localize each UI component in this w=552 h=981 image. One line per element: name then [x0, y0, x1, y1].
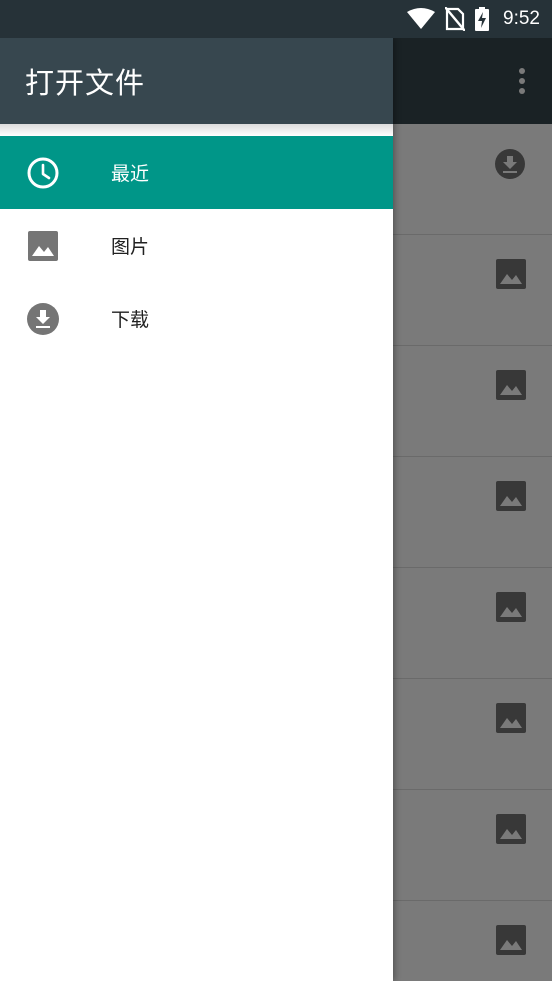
navigation-drawer: 打开文件 最近 图片 下载	[0, 38, 393, 981]
status-time: 9:52	[503, 8, 540, 29]
drawer-item-label: 最近	[111, 163, 150, 185]
drawer-root-list: 最近 图片 下载	[0, 136, 393, 355]
drawer-item-downloads[interactable]: 下载	[0, 282, 393, 355]
no-sim-icon	[445, 7, 466, 31]
drawer-item-label: 下载	[111, 309, 150, 331]
status-bar: 9:52	[0, 0, 552, 38]
drawer-item-label: 图片	[111, 236, 150, 258]
screen: 9:52 打开文件 最近 图片 下载	[0, 0, 552, 981]
image-icon	[28, 230, 58, 261]
battery-charging-icon	[475, 7, 490, 31]
drawer-header: 打开文件	[0, 38, 393, 124]
wifi-icon	[407, 8, 436, 29]
drawer-item-recent[interactable]: 最近	[0, 136, 393, 209]
clock-icon	[27, 157, 59, 188]
drawer-header-shadow	[0, 124, 393, 136]
drawer-title: 打开文件	[25, 66, 146, 100]
download-icon	[27, 302, 59, 335]
drawer-item-images[interactable]: 图片	[0, 209, 393, 282]
